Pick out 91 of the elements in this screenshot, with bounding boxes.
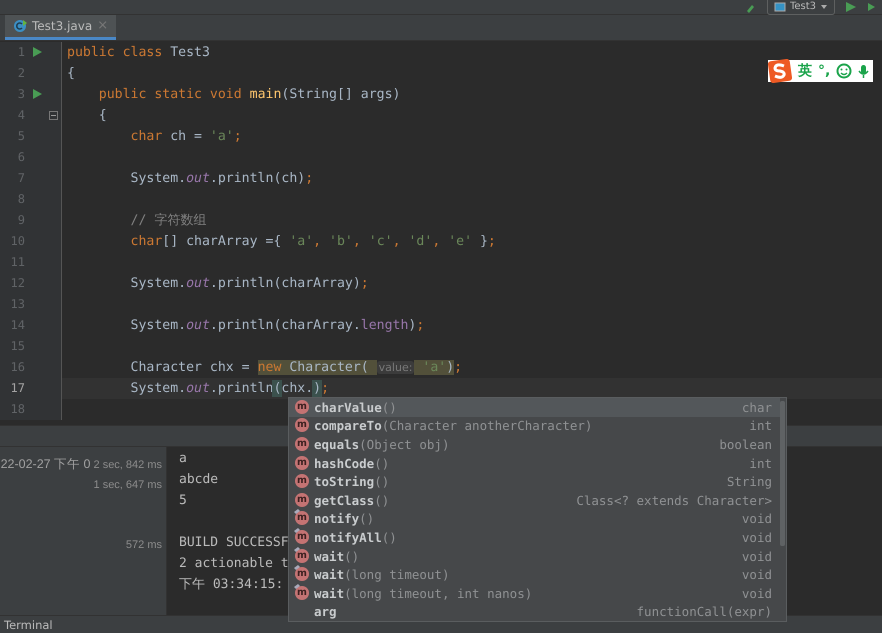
pin-icon: [294, 584, 300, 589]
completion-item[interactable]: m charValue() char: [289, 398, 780, 417]
return-type: void: [742, 586, 772, 601]
return-type: functionCall(expr): [636, 604, 772, 620]
code-line: {: [66, 64, 75, 83]
build-duration: 572 ms: [126, 538, 162, 551]
code-line: // 字符数组: [130, 212, 206, 230]
completion-item[interactable]: m toString() String: [289, 472, 780, 491]
file-tab[interactable]: Test3.java ×: [5, 15, 116, 40]
completion-item[interactable]: m wait(long timeout, int nanos) void: [289, 584, 780, 603]
method-icon: m: [295, 418, 309, 432]
return-type: String: [726, 474, 772, 490]
completion-item[interactable]: arg functionCall(expr): [289, 602, 780, 622]
ime-punctuation[interactable]: °,: [818, 63, 830, 79]
completion-signature: hashCode(): [314, 456, 390, 471]
completion-signature: charValue(): [314, 400, 397, 415]
completion-signature: notifyAll(): [314, 530, 397, 545]
code-line: char ch = 'a';: [130, 128, 242, 146]
fold-icon[interactable]: [49, 110, 58, 120]
method-icon: m: [295, 492, 309, 507]
pin-icon: [294, 509, 300, 514]
caret-icon: [820, 2, 828, 10]
console-line: 5: [179, 492, 187, 510]
build-duration: 1 sec, 647 ms: [94, 478, 162, 491]
class-file-icon: [774, 0, 786, 12]
line-number: 17: [10, 381, 25, 396]
completion-item[interactable]: m wait() void: [289, 546, 780, 566]
code-line: System.out.println(charArray);: [130, 274, 369, 293]
console-line: 2 actionable t: [179, 554, 289, 573]
return-type: void: [742, 567, 772, 582]
method-icon: m: [295, 548, 309, 563]
code-line: System.out.println(ch);: [130, 170, 314, 188]
method-icon: m: [295, 456, 309, 470]
build-duration: 2 sec, 842 ms: [94, 458, 162, 471]
return-type: void: [742, 530, 772, 545]
code-line: public class Test3: [66, 44, 210, 62]
code-line: System.out.println(chx.);: [130, 380, 330, 398]
completion-signature: equals(Object obj): [314, 436, 450, 452]
console-line: abcde: [179, 470, 218, 489]
return-type: int: [749, 418, 772, 434]
code-line: System.out.println(charArray.length);: [130, 316, 424, 335]
completion-signature: notify(): [314, 511, 374, 526]
return-type: char: [742, 400, 772, 415]
return-type: boolean: [719, 436, 772, 452]
scrollbar-thumb[interactable]: [780, 401, 785, 546]
console-line: 下午 03:34:15:: [179, 576, 284, 594]
pin-icon: [294, 565, 300, 570]
method-icon: m: [295, 400, 309, 414]
run-icon[interactable]: [32, 46, 42, 58]
completion-signature: wait(): [314, 548, 360, 564]
method-icon: m: [295, 586, 309, 600]
return-type: void: [742, 548, 772, 564]
completion-signature: arg: [314, 604, 337, 620]
completion-item[interactable]: m wait(long timeout) void: [289, 565, 780, 584]
run-icon: [845, 1, 857, 13]
completion-item[interactable]: m compareTo(Character anotherCharacter) int: [289, 416, 780, 436]
code-line: public static void main(String[] args): [98, 86, 400, 104]
completion-signature: compareTo(Character anotherCharacter): [314, 418, 592, 434]
run-icon[interactable]: [32, 88, 42, 100]
completion-signature: wait(long timeout): [314, 567, 450, 582]
method-icon: m: [295, 436, 309, 451]
method-icon: m: [295, 474, 309, 488]
return-type: int: [749, 456, 772, 471]
return-type: void: [742, 511, 772, 526]
microphone-icon: [858, 64, 870, 78]
completion-item[interactable]: m notify() void: [289, 510, 780, 528]
method-icon: m: [295, 511, 309, 526]
completion-signature: toString(): [314, 474, 390, 490]
method-icon: m: [295, 567, 309, 582]
smiley-icon: [836, 63, 852, 79]
code-line: {: [98, 106, 107, 125]
tab-label: Test3.java: [32, 18, 92, 33]
pin-icon: [294, 528, 300, 533]
run-config-dropdown[interactable]: Test3: [766, 0, 835, 14]
completion-item[interactable]: m notifyAll() void: [289, 528, 780, 547]
completion-signature: getClass(): [314, 492, 390, 508]
build-tree-label[interactable]: 22-02-27 下午 0: [0, 456, 91, 474]
completion-item[interactable]: m getClass() Class<? extends Character>: [289, 490, 780, 510]
console-line: a: [179, 450, 187, 468]
ime-mode[interactable]: 英: [798, 62, 812, 80]
completion-item[interactable]: m hashCode() int: [289, 454, 780, 472]
terminal-tab[interactable]: Terminal: [4, 618, 53, 632]
completion-item[interactable]: m equals(Object obj) boolean: [289, 435, 780, 454]
java-class-icon: [13, 18, 27, 33]
method-icon: m: [295, 530, 309, 544]
debug-icon: [867, 1, 876, 13]
console-line: BUILD SUCCESSF: [179, 534, 289, 552]
code-line: char[] charArray ={ 'a', 'b', 'c', 'd', 'e' };: [130, 232, 496, 251]
return-type: Class<? extends Character>: [576, 492, 772, 508]
completion-signature: wait(long timeout, int nanos): [314, 586, 532, 601]
pin-icon: [294, 546, 300, 552]
